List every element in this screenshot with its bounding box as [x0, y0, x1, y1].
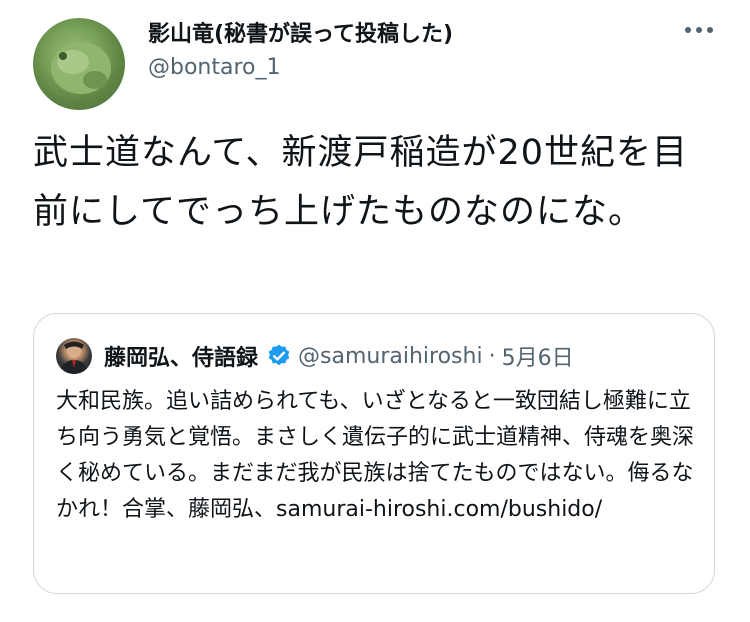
tweet-text: 武士道なんて、新渡戸稲造が20世紀を目前にしてでっち上げたものなのにな。: [33, 133, 689, 232]
quote-author-avatar: [56, 338, 92, 374]
verified-badge-icon: [268, 344, 290, 366]
author-avatar[interactable]: [33, 18, 125, 110]
quote-tweet-card[interactable]: 藤岡弘、侍語録 @samuraihiroshi · 5月6日 大和民族。追い詰め…: [33, 313, 715, 594]
more-horizontal-icon: [685, 27, 713, 33]
more-options-button[interactable]: [676, 18, 722, 42]
quote-text: 大和民族。追い詰められても、いざとなると一致団結し極難に立ち向う勇気と覚悟。まさ…: [56, 389, 695, 522]
frog-avatar-icon: [51, 42, 111, 94]
author-handle[interactable]: @bontaro_1: [148, 55, 281, 80]
person-avatar-icon: [60, 341, 88, 374]
tweet-header: 影山竜(秘書が誤って投稿した) @bontaro_1: [0, 0, 750, 110]
quote-author-line: 藤岡弘、侍語録 @samuraihiroshi · 5月6日: [104, 340, 574, 372]
separator-dot: ·: [488, 343, 496, 369]
quote-date: 5月6日: [501, 346, 574, 371]
quote-author-name: 藤岡弘、侍語録: [104, 346, 259, 371]
quote-author-handle: @samuraihiroshi: [298, 343, 483, 369]
author-name[interactable]: 影山竜(秘書が誤って投稿した): [148, 16, 453, 48]
